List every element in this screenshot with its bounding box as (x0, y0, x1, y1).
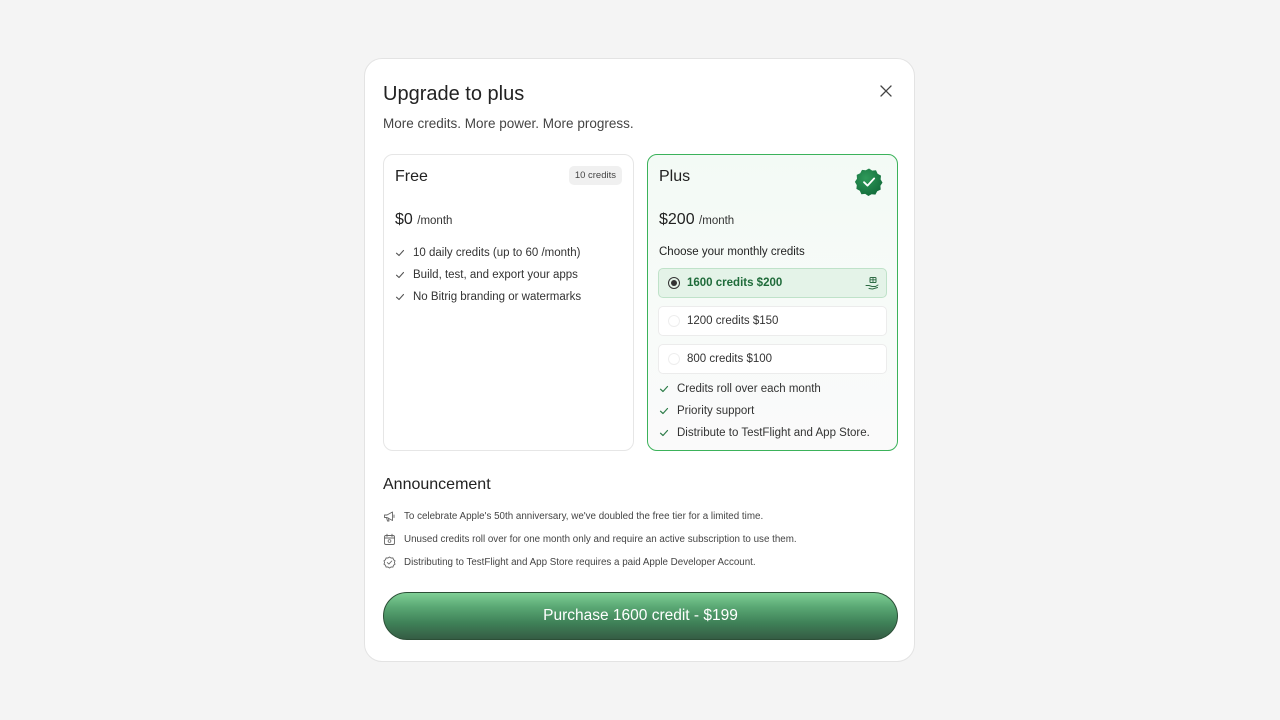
feature-text: 10 daily credits (up to 60 /month) (413, 247, 581, 259)
radio-button[interactable] (668, 353, 680, 365)
announcement-text: Distributing to TestFlight and App Store… (404, 557, 756, 568)
announcement-item: Unused credits roll over for one month o… (383, 528, 797, 551)
feature-text: Build, test, and export your apps (413, 269, 578, 281)
option-label: 1200 credits $150 (687, 315, 779, 327)
plan-card-plus[interactable]: Plus $200 /month Choose your monthly cre… (647, 154, 898, 451)
radio-button[interactable] (668, 315, 680, 327)
announcement-text: Unused credits roll over for one month o… (404, 534, 797, 545)
feature-item: Credits roll over each month (659, 378, 870, 400)
badge-check-icon (383, 556, 396, 569)
option-label: 800 credits $100 (687, 353, 773, 365)
feature-list: Credits roll over each month Priority su… (659, 378, 870, 444)
plan-name: Plus (659, 168, 691, 185)
announcement-item: To celebrate Apple's 50th anniversary, w… (383, 505, 797, 528)
announcement-item: Distributing to TestFlight and App Store… (383, 551, 797, 574)
credits-badge: 10 credits (568, 166, 622, 185)
feature-text: Credits roll over each month (677, 383, 821, 395)
gift-hand-icon (865, 277, 879, 290)
feature-item: 10 daily credits (up to 60 /month) (395, 242, 581, 264)
plan-card-free[interactable]: Free 10 credits $0 /month 10 daily credi… (383, 154, 634, 451)
choose-credits-label: Choose your monthly credits (659, 246, 805, 258)
check-icon (659, 407, 669, 415)
radio-button[interactable] (668, 277, 680, 289)
feature-text: No Bitrig branding or watermarks (413, 291, 582, 303)
feature-list: 10 daily credits (up to 60 /month) Build… (395, 242, 581, 308)
plan-price: $200 /month (659, 211, 734, 229)
price-period: /month (417, 215, 453, 227)
announcement-title: Announcement (383, 476, 491, 493)
upgrade-dialog: Upgrade to plus More credits. More power… (364, 58, 915, 662)
credit-option-800[interactable]: 800 credits $100 (658, 344, 887, 374)
price-amount: $0 (395, 211, 413, 228)
check-icon (659, 385, 669, 393)
check-icon (395, 293, 405, 301)
credit-option-1200[interactable]: 1200 credits $150 (658, 306, 887, 336)
dialog-subtitle: More credits. More power. More progress. (383, 116, 634, 131)
plan-price: $0 /month (395, 211, 452, 229)
close-button[interactable] (876, 81, 896, 101)
announcement-list: To celebrate Apple's 50th anniversary, w… (383, 505, 797, 574)
check-icon (659, 429, 669, 437)
price-amount: $200 (659, 211, 695, 228)
purchase-button[interactable]: Purchase 1600 credit - $199 (383, 592, 898, 640)
feature-item: Distribute to TestFlight and App Store. (659, 422, 870, 444)
option-label: 1600 credits $200 (687, 277, 783, 289)
announcement-text: To celebrate Apple's 50th anniversary, w… (404, 511, 764, 522)
feature-item: No Bitrig branding or watermarks (395, 286, 581, 308)
price-period: /month (699, 215, 735, 227)
calendar-icon (384, 533, 395, 545)
feature-item: Build, test, and export your apps (395, 264, 581, 286)
megaphone-icon (384, 511, 395, 522)
feature-item: Priority support (659, 400, 870, 422)
dialog-title: Upgrade to plus (383, 83, 525, 105)
credit-option-1600[interactable]: 1600 credits $200 (658, 268, 887, 298)
plan-name: Free (395, 168, 428, 185)
verified-seal-icon (854, 168, 883, 196)
feature-text: Priority support (677, 405, 755, 417)
close-icon (880, 85, 892, 97)
check-icon (395, 249, 405, 257)
check-icon (395, 271, 405, 279)
feature-text: Distribute to TestFlight and App Store. (677, 427, 870, 439)
